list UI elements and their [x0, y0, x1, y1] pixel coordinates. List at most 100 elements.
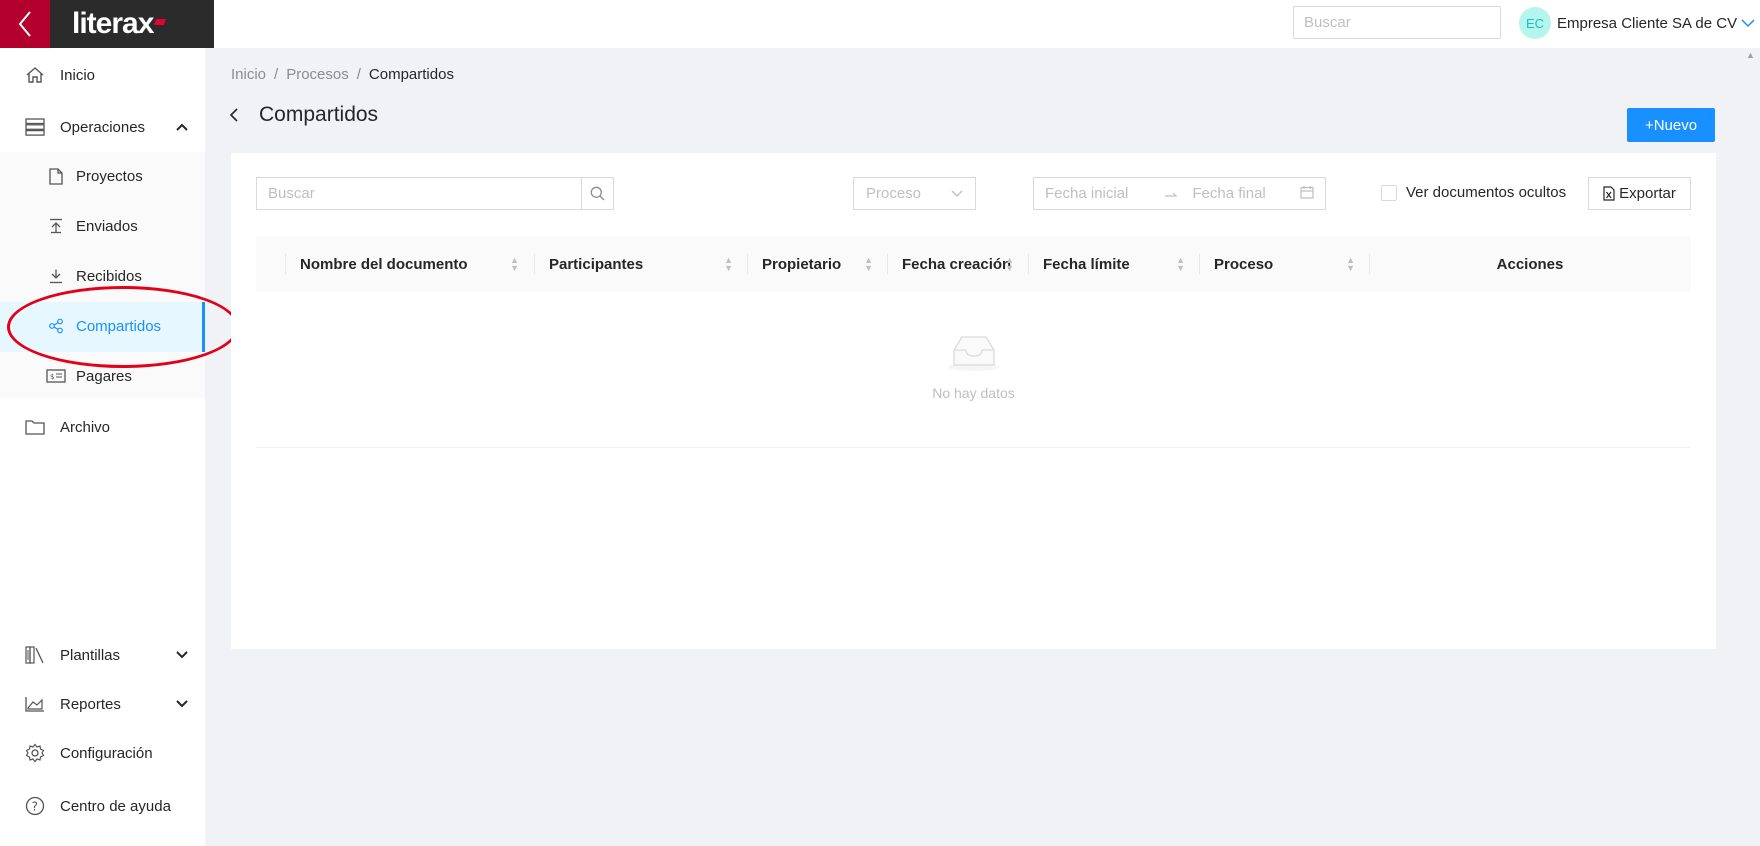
- file-icon: [46, 166, 66, 186]
- sidebar-item-recibidos[interactable]: Recibidos: [0, 252, 205, 302]
- logo: literax: [50, 0, 214, 48]
- new-button-label: Nuevo: [1653, 116, 1698, 134]
- sidebar-item-proyectos[interactable]: Proyectos: [0, 152, 205, 202]
- breadcrumb-current: Compartidos: [368, 66, 454, 83]
- breadcrumb-link-procesos[interactable]: Procesos: [286, 66, 349, 83]
- sidebar-item-reportes[interactable]: Reportes: [0, 679, 205, 729]
- sidebar-item-label: Pagares: [76, 368, 132, 385]
- sort-icon[interactable]: ▲ ▼: [510, 256, 519, 273]
- empty-state: No hay datos: [256, 292, 1691, 448]
- content-card: Proceso Fecha inicial Fecha final Ver do…: [231, 153, 1716, 649]
- chevron-up-icon: [176, 120, 188, 134]
- column-header-nombre[interactable]: Nombre del documento ▲ ▼: [300, 236, 533, 292]
- column-divider: [534, 254, 535, 274]
- sidebar-item-compartidos[interactable]: Compartidos: [0, 302, 205, 352]
- date-range-picker[interactable]: Fecha inicial Fecha final: [1033, 177, 1326, 210]
- column-divider: [1028, 254, 1029, 274]
- back-button[interactable]: [229, 100, 249, 130]
- sort-icon[interactable]: ▲ ▼: [1005, 256, 1014, 273]
- sidebar-item-operaciones[interactable]: Operaciones: [0, 102, 205, 152]
- chevron-left-icon: [229, 108, 238, 122]
- column-header-label: Participantes: [549, 255, 644, 273]
- sidebar-item-label: Enviados: [76, 218, 138, 235]
- sort-icon[interactable]: ▲ ▼: [1176, 256, 1185, 273]
- column-header-fecha-limite[interactable]: Fecha límite ▲ ▼: [1043, 236, 1199, 292]
- sort-icon[interactable]: ▲ ▼: [724, 256, 733, 273]
- column-divider: [887, 254, 888, 274]
- brand-name: literax: [72, 7, 154, 40]
- sidebar-item-archivo[interactable]: Archivo: [0, 402, 205, 452]
- sort-icon[interactable]: ▲ ▼: [864, 256, 873, 273]
- brand-mark: [154, 19, 167, 25]
- chevron-down-icon: [1741, 19, 1755, 28]
- column-divider: [1199, 254, 1200, 274]
- column-header-label: Fecha creación: [902, 255, 1012, 273]
- header-search-input[interactable]: [1304, 14, 1503, 31]
- sidebar-item-label: Configuración: [60, 744, 153, 762]
- breadcrumb: Inicio / Procesos / Compartidos: [231, 66, 454, 83]
- gear-icon: [24, 742, 46, 764]
- column-divider: [285, 254, 286, 274]
- chevron-down-icon: [176, 648, 188, 662]
- sidebar-item-label: Reportes: [60, 695, 121, 713]
- svg-text:$: $: [50, 373, 54, 381]
- scrollbar-up-arrow[interactable]: ▲: [1746, 50, 1755, 60]
- export-button[interactable]: Exportar: [1588, 177, 1691, 210]
- document-search-input[interactable]: [257, 178, 581, 209]
- sidebar-item-label: Compartidos: [76, 318, 162, 335]
- empty-inbox-icon: [948, 336, 1000, 371]
- date-end-placeholder: Fecha final: [1192, 185, 1266, 202]
- sidebar-item-label: Centro de ayuda: [60, 797, 171, 815]
- sidebar-item-centro-de-ayuda[interactable]: ? Centro de ayuda: [0, 781, 205, 831]
- breadcrumb-separator: /: [274, 66, 279, 83]
- calendar-icon: [1300, 185, 1314, 203]
- column-header-propietario[interactable]: Propietario ▲ ▼: [762, 236, 887, 292]
- search-button[interactable]: [581, 178, 613, 209]
- plus-icon: +: [1644, 116, 1654, 134]
- sidebar-item-inicio[interactable]: Inicio: [0, 50, 205, 100]
- hidden-docs-label: Ver documentos ocultos: [1406, 184, 1567, 201]
- collapse-sidebar-button[interactable]: [0, 0, 50, 48]
- folder-icon: [24, 416, 46, 438]
- operaciones-submenu: Proyectos Enviados Recibidos Compartidos…: [0, 152, 205, 398]
- top-bar: literax EC Empresa Cliente SA de CV: [0, 0, 1760, 48]
- share-icon: [46, 316, 66, 336]
- process-select-placeholder: Proceso: [866, 185, 922, 202]
- sidebar-item-enviados[interactable]: Enviados: [0, 202, 205, 252]
- column-header-acciones: Acciones: [1369, 236, 1691, 292]
- new-button[interactable]: +Nuevo: [1627, 108, 1715, 142]
- column-divider: [747, 254, 748, 274]
- column-header-label: Propietario: [762, 255, 842, 273]
- hidden-docs-toggle[interactable]: Ver documentos ocultos: [1381, 184, 1566, 201]
- sidebar-item-label: Recibidos: [76, 268, 142, 285]
- sidebar-item-plantillas[interactable]: Plantillas: [0, 630, 205, 680]
- sidebar-item-label: Inicio: [60, 66, 96, 84]
- table-header: Nombre del documento ▲ ▼ Participantes ▲ ▼…: [256, 236, 1691, 292]
- process-select[interactable]: Proceso: [853, 177, 976, 210]
- header-search[interactable]: [1293, 6, 1503, 39]
- sidebar-item-configuracion[interactable]: Configuración: [0, 728, 205, 778]
- column-header-label: Proceso: [1214, 255, 1274, 273]
- column-header-proceso[interactable]: Proceso ▲ ▼: [1214, 236, 1369, 292]
- excel-file-icon: [1603, 186, 1615, 201]
- sort-icon[interactable]: ▲ ▼: [1346, 256, 1355, 273]
- column-header-participantes[interactable]: Participantes ▲ ▼: [549, 236, 747, 292]
- date-start-placeholder: Fecha inicial: [1045, 185, 1129, 202]
- sidebar-item-pagares[interactable]: $ Pagares: [0, 352, 205, 402]
- sidebar: Inicio Operaciones Proyectos Enviados Re…: [0, 48, 239, 846]
- area-chart-icon: [24, 693, 46, 715]
- user-menu[interactable]: EC Empresa Cliente SA de CV: [1519, 6, 1755, 40]
- hidden-docs-checkbox[interactable]: [1381, 184, 1397, 201]
- chevron-down-icon: [176, 697, 188, 711]
- chevron-left-icon: [18, 11, 31, 37]
- page-header: Compartidos: [229, 100, 378, 130]
- library-icon: [24, 644, 46, 666]
- column-header-fecha-creacion[interactable]: Fecha creación ▲ ▼: [902, 236, 1028, 292]
- sidebar-item-label: Proyectos: [76, 168, 143, 185]
- breadcrumb-separator: /: [356, 66, 361, 83]
- money-note-icon: $: [46, 366, 66, 386]
- sidebar-item-label: Operaciones: [60, 118, 146, 136]
- sidebar-item-label: Archivo: [60, 418, 111, 436]
- svg-text:?: ?: [32, 800, 38, 814]
- breadcrumb-link-inicio[interactable]: Inicio: [231, 66, 266, 83]
